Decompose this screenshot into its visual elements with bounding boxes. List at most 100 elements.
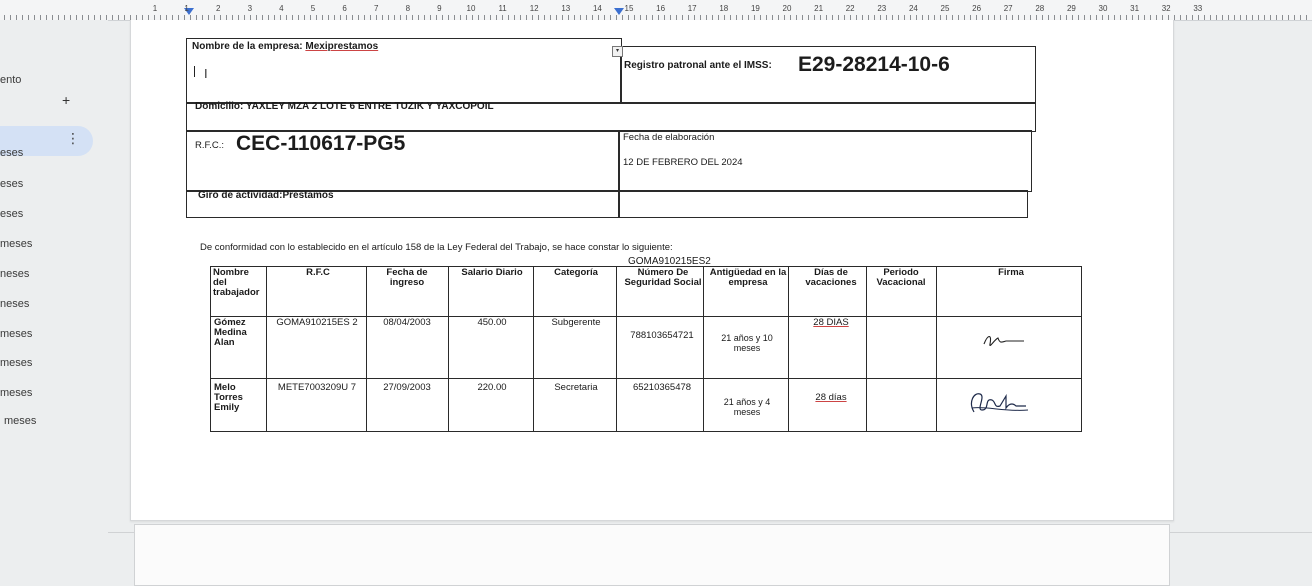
ruler-tick bbox=[1192, 15, 1193, 20]
ruler-number: 17 bbox=[687, 4, 697, 13]
ruler-tick bbox=[1216, 15, 1217, 20]
table-column-line bbox=[448, 266, 449, 432]
th-nss: Número De Seguridad Social bbox=[624, 267, 702, 288]
sidebar-item-2[interactable]: eses bbox=[0, 147, 23, 159]
vertical-dots-icon[interactable]: ⋮ bbox=[66, 130, 80, 147]
ruler-number: 4 bbox=[279, 4, 284, 13]
right-indent-marker[interactable] bbox=[614, 8, 624, 15]
ruler-tick bbox=[1174, 15, 1175, 20]
row1-rfc: GOMA910215ES 2 bbox=[276, 317, 358, 328]
ruler-number: 30 bbox=[1098, 4, 1108, 13]
empresa-label: Nombre de la empresa: Mexiprestamos bbox=[192, 41, 379, 52]
giro-text: Giro de actividad:Prestamos bbox=[198, 190, 334, 201]
th-antiguedad: Antigüedad en la empresa bbox=[709, 267, 787, 288]
ruler-number: 6 bbox=[342, 4, 347, 13]
table-column-line bbox=[616, 266, 617, 432]
sidebar-item-5[interactable]: meses bbox=[0, 238, 32, 250]
row1-antiguedad: 21 años y 10 meses bbox=[721, 333, 773, 353]
dropdown-toggle-icon[interactable]: ▾ bbox=[612, 46, 623, 57]
sidebar-item-4[interactable]: eses bbox=[0, 208, 23, 220]
ruler-tick bbox=[1300, 15, 1301, 20]
ruler-number: 15 bbox=[624, 4, 634, 13]
th-nombre: Nombre del trabajador bbox=[213, 267, 260, 298]
ruler-number: 25 bbox=[940, 4, 950, 13]
plus-icon[interactable]: + bbox=[62, 92, 70, 108]
th-categoria: Categoría bbox=[554, 267, 598, 278]
fecha-label: Fecha de elaboración bbox=[623, 132, 715, 143]
ruler-tick bbox=[1264, 15, 1265, 20]
ruler-number: 9 bbox=[437, 4, 442, 13]
row2-categoria: Secretaria bbox=[554, 382, 598, 393]
sidebar-item-9[interactable]: meses bbox=[0, 357, 32, 369]
row1-nombre: Gómez Medina Alan bbox=[214, 317, 247, 348]
ruler-number: 27 bbox=[1003, 4, 1013, 13]
sidebar-item-10[interactable]: meses bbox=[0, 387, 32, 399]
ruler-number: 7 bbox=[373, 4, 379, 13]
table-column-line bbox=[788, 266, 789, 432]
text-cursor bbox=[194, 66, 195, 77]
ruler-tick bbox=[1252, 15, 1253, 20]
ruler-tick bbox=[1234, 15, 1235, 20]
ruler-tick bbox=[1180, 15, 1181, 20]
row2-nss: 65210365478 bbox=[632, 382, 692, 393]
ruler-number: 26 bbox=[972, 4, 982, 13]
ruler-number: 10 bbox=[466, 4, 476, 13]
table-column-line bbox=[703, 266, 704, 432]
sidebar-item-3[interactable]: eses bbox=[0, 178, 23, 190]
th-salario: Salario Diario bbox=[461, 267, 523, 278]
ruler-tick bbox=[1222, 15, 1223, 20]
ruler-number: 32 bbox=[1161, 4, 1171, 13]
row2-salario: 220.00 bbox=[477, 382, 507, 393]
th-rfc: R.F.C bbox=[306, 267, 330, 278]
ruler-number: 33 bbox=[1193, 4, 1203, 13]
th-dias: Días de vacaciones bbox=[805, 267, 857, 288]
ruler-number: 2 bbox=[215, 4, 221, 13]
table-column-line bbox=[533, 266, 534, 432]
sidebar-item-0[interactable]: ento bbox=[0, 74, 21, 86]
ibeam-cursor-icon: I bbox=[204, 66, 208, 81]
rfc-label: R.F.C.: bbox=[195, 140, 225, 151]
ruler-number: 1 bbox=[184, 4, 189, 13]
giro-empty-cell[interactable] bbox=[618, 190, 1028, 218]
ruler-tick bbox=[1210, 15, 1211, 20]
ruler-number: 22 bbox=[845, 4, 855, 13]
row1-fecha: 08/04/2003 bbox=[383, 317, 431, 328]
sidebar-item-8[interactable]: meses bbox=[0, 328, 32, 340]
ruler-tick bbox=[1246, 15, 1247, 20]
ruler-number: 20 bbox=[782, 4, 792, 13]
ruler-number: 29 bbox=[1066, 4, 1076, 13]
registro-label: Registro patronal ante el IMSS: bbox=[624, 60, 772, 71]
row1-salario: 450.00 bbox=[477, 317, 507, 328]
sidebar-item-11[interactable]: meses bbox=[4, 415, 36, 427]
document-outline-sidebar: ento + ⋮ eses eses eses meses neses nese… bbox=[0, 20, 108, 576]
ruler-number: 14 bbox=[592, 4, 602, 13]
row2-signature bbox=[970, 393, 1029, 413]
sidebar-item-6[interactable]: neses bbox=[0, 268, 29, 280]
ruler-number: 8 bbox=[405, 4, 411, 13]
ruler-number: 1 bbox=[152, 4, 158, 13]
ruler-number: 23 bbox=[877, 4, 887, 13]
row1-nss: 788103654721 bbox=[630, 330, 694, 341]
next-document-page[interactable] bbox=[134, 524, 1170, 586]
ruler-number: 12 bbox=[529, 4, 539, 13]
ruler-number: 13 bbox=[561, 4, 571, 13]
ruler-tick bbox=[118, 15, 119, 20]
row2-antiguedad: 21 años y 4 meses bbox=[723, 397, 771, 417]
ruler-tick bbox=[1240, 15, 1241, 20]
ruler-tick bbox=[1270, 15, 1271, 20]
horizontal-ruler[interactable]: 1 1 2 3 4 5 6 7 8 9 10 11 12 13 14 15 16 17 18 19 20 21 22 23 24… bbox=[0, 0, 1312, 21]
table-column-line bbox=[366, 266, 367, 432]
ruler-tick bbox=[112, 15, 113, 20]
ruler-number: 28 bbox=[1035, 4, 1045, 13]
ruler-tick bbox=[1294, 15, 1295, 20]
ruler-tick bbox=[1306, 15, 1307, 20]
ruler-tick bbox=[1228, 15, 1229, 20]
row1-signature bbox=[983, 335, 1024, 347]
fecha-value: 12 DE FEBRERO DEL 2024 bbox=[623, 157, 743, 168]
row2-rfc: METE7003209U 7 bbox=[277, 382, 357, 393]
ruler-tick bbox=[1204, 15, 1205, 20]
ruler-number: 31 bbox=[1130, 4, 1140, 13]
sidebar-item-7[interactable]: neses bbox=[0, 298, 29, 310]
table-column-line bbox=[866, 266, 867, 432]
ruler-tick bbox=[1186, 15, 1187, 20]
